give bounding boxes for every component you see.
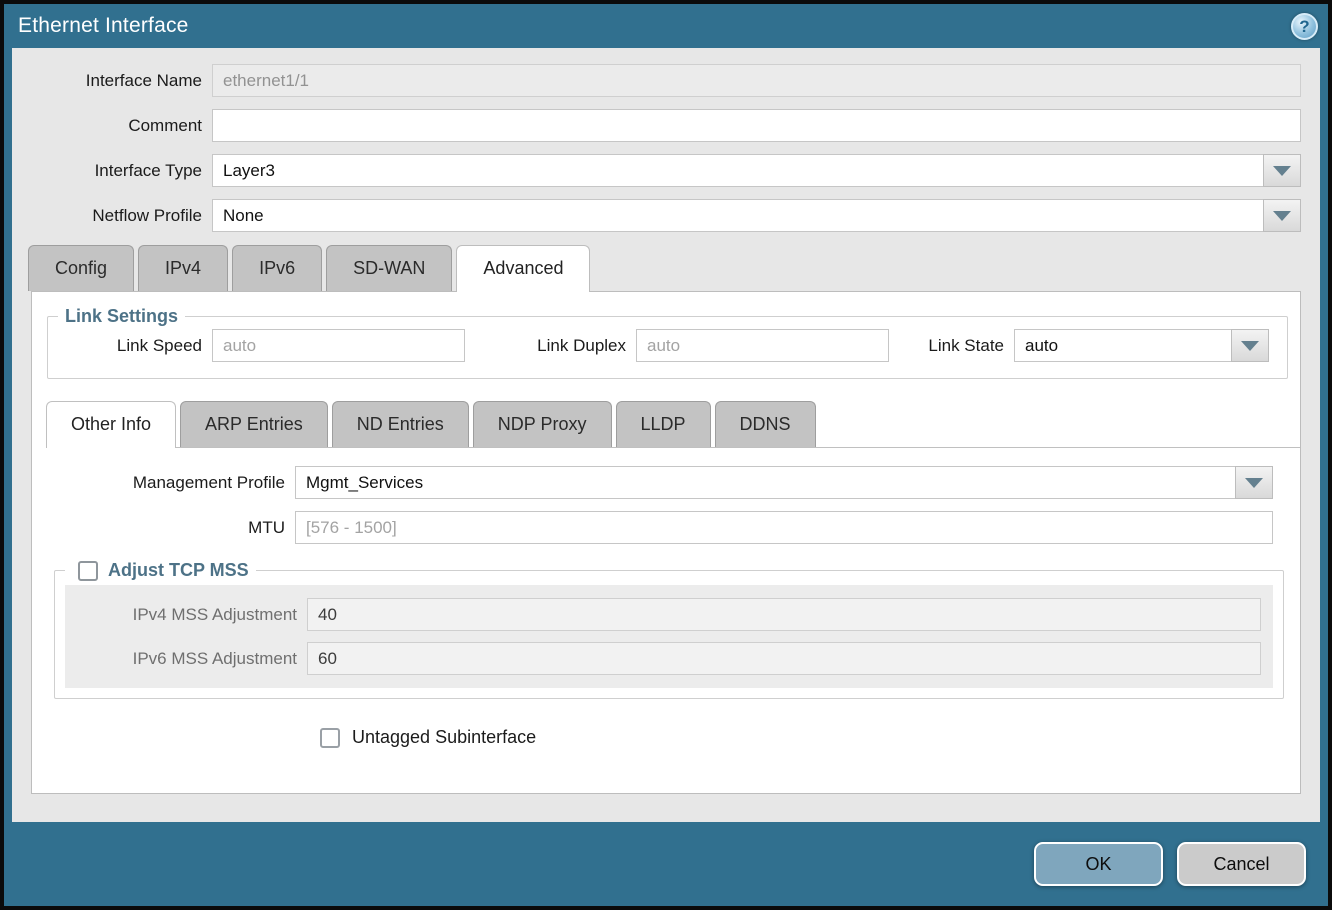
tab-ddns[interactable]: DDNS [715,401,816,447]
help-icon[interactable]: ? [1291,13,1318,40]
interface-type-select[interactable] [212,154,1301,187]
untagged-subinterface-checkbox[interactable] [320,728,340,748]
management-profile-value[interactable] [295,466,1235,499]
chevron-down-icon [1245,478,1263,488]
dialog-footer: OK Cancel [4,822,1328,906]
link-duplex-label: Link Duplex [513,336,636,356]
interface-type-label: Interface Type [12,161,212,181]
adjust-tcp-mss-label: Adjust TCP MSS [108,560,249,581]
interface-type-row: Interface Type [12,154,1320,187]
interface-name-label: Interface Name [12,71,212,91]
management-profile-row: Management Profile [32,466,1300,499]
link-duplex-field[interactable] [636,329,889,362]
adjust-tcp-mss-checkbox[interactable] [78,561,98,581]
untagged-subinterface-label: Untagged Subinterface [352,727,536,748]
dialog-title: Ethernet Interface [18,14,189,38]
dialog-titlebar: Ethernet Interface ? [4,4,1328,48]
ipv6-mss-field [307,642,1261,675]
help-icon-glyph: ? [1299,18,1309,35]
untagged-subinterface-row: Untagged Subinterface [320,727,1300,748]
main-tab-strip: Config IPv4 IPv6 SD-WAN Advanced [28,245,1320,291]
link-speed-label: Link Speed [62,336,212,356]
management-profile-dropdown-button[interactable] [1235,466,1273,499]
tab-sd-wan[interactable]: SD-WAN [326,245,452,291]
comment-label: Comment [12,116,212,136]
mss-panel: IPv4 MSS Adjustment IPv6 MSS Adjustment [65,585,1273,688]
ipv4-mss-field [307,598,1261,631]
netflow-profile-dropdown-button[interactable] [1263,199,1301,232]
comment-row: Comment [12,109,1320,142]
sub-tab-strip: Other Info ARP Entries ND Entries NDP Pr… [46,401,1300,448]
interface-type-dropdown-button[interactable] [1263,154,1301,187]
ipv4-mss-label: IPv4 MSS Adjustment [65,605,307,625]
comment-field[interactable] [212,109,1301,142]
mtu-label: MTU [32,518,295,538]
management-profile-select[interactable] [295,466,1273,499]
ethernet-interface-dialog: Ethernet Interface ? Interface Name Comm… [0,0,1332,910]
chevron-down-icon [1241,341,1259,351]
interface-type-value[interactable] [212,154,1263,187]
ipv6-mss-label: IPv6 MSS Adjustment [65,649,307,669]
cancel-button[interactable]: Cancel [1177,842,1306,886]
interface-name-row: Interface Name [12,64,1320,97]
link-settings-legend: Link Settings [58,306,185,327]
ok-button[interactable]: OK [1034,842,1163,886]
tab-config[interactable]: Config [28,245,134,291]
ipv4-mss-row: IPv4 MSS Adjustment [65,598,1273,631]
interface-name-field [212,64,1301,97]
link-speed-field[interactable] [212,329,465,362]
chevron-down-icon [1273,211,1291,221]
tab-advanced[interactable]: Advanced [456,245,590,292]
tab-ipv6[interactable]: IPv6 [232,245,322,291]
mtu-field[interactable] [295,511,1273,544]
tab-nd-entries[interactable]: ND Entries [332,401,469,447]
link-settings-fieldset: Link Settings Link Speed Link Duplex Lin… [47,306,1288,379]
advanced-tab-panel: Link Settings Link Speed Link Duplex Lin… [31,291,1301,794]
tab-lldp[interactable]: LLDP [616,401,711,447]
netflow-profile-label: Netflow Profile [12,206,212,226]
adjust-tcp-mss-fieldset: Adjust TCP MSS IPv4 MSS Adjustment IPv6 … [54,560,1284,699]
tab-ndp-proxy[interactable]: NDP Proxy [473,401,612,447]
tab-arp-entries[interactable]: ARP Entries [180,401,328,447]
netflow-profile-row: Netflow Profile [12,199,1320,232]
dialog-body: Interface Name Comment Interface Type [12,48,1320,822]
tab-ipv4[interactable]: IPv4 [138,245,228,291]
chevron-down-icon [1273,166,1291,176]
link-state-select[interactable] [1014,329,1269,362]
tab-other-info[interactable]: Other Info [46,401,176,448]
ipv6-mss-row: IPv6 MSS Adjustment [65,642,1273,675]
link-state-dropdown-button[interactable] [1231,329,1269,362]
management-profile-label: Management Profile [32,473,295,493]
netflow-profile-value[interactable] [212,199,1263,232]
link-state-label: Link State [914,336,1014,356]
link-state-value[interactable] [1014,329,1231,362]
netflow-profile-select[interactable] [212,199,1301,232]
mtu-row: MTU [32,511,1300,544]
